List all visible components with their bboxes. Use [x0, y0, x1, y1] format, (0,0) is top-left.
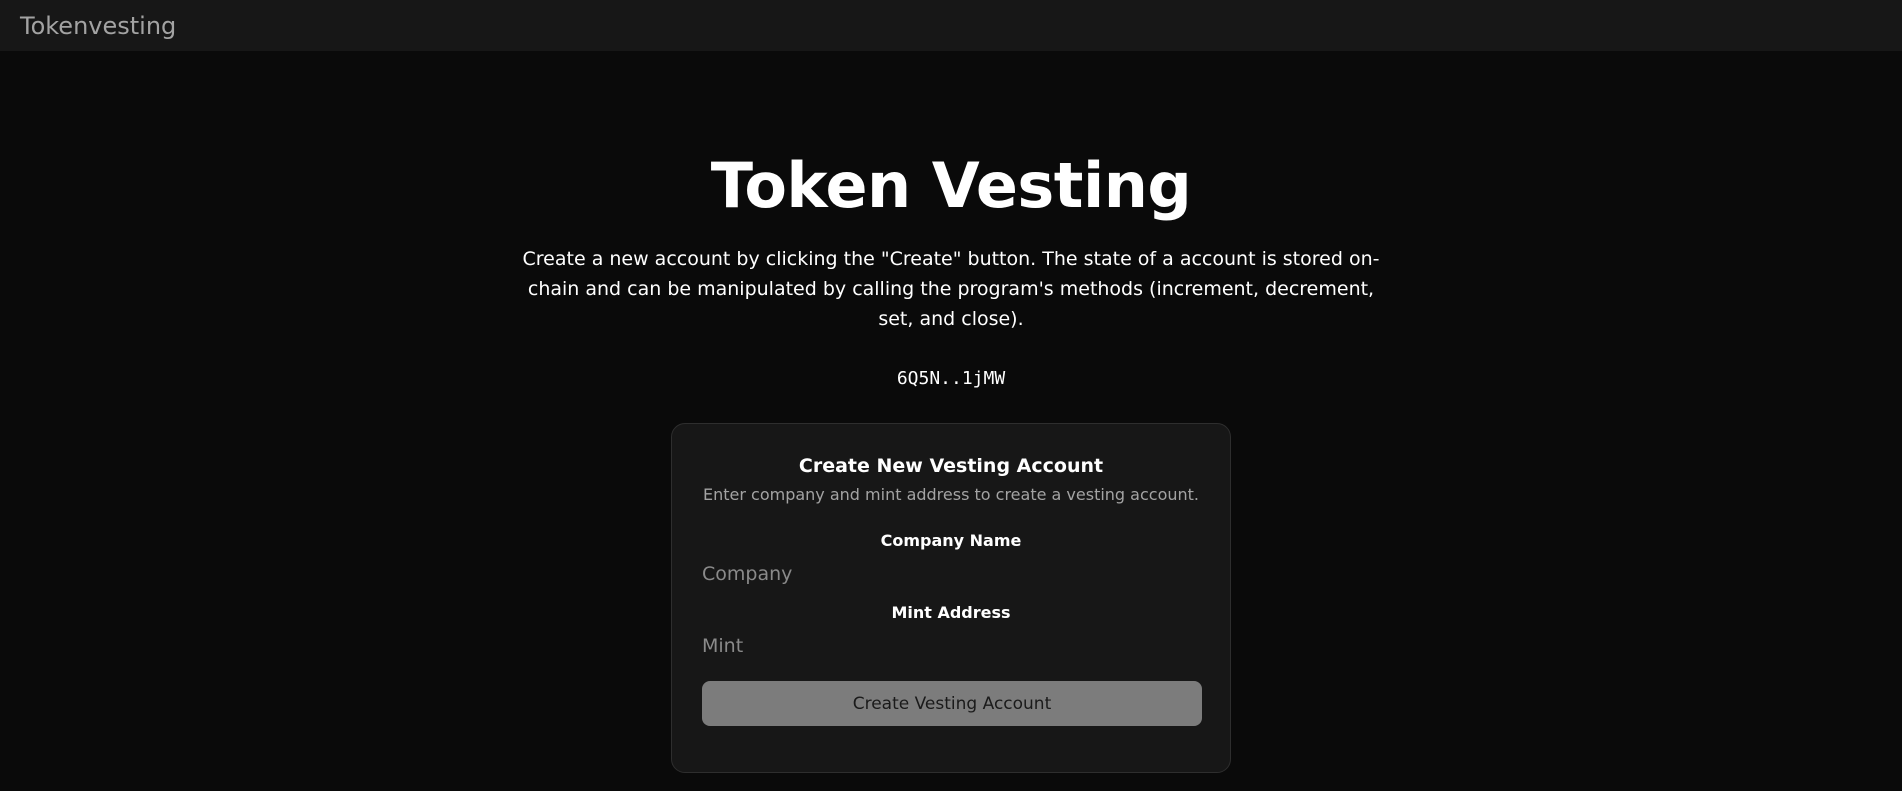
brand-link[interactable]: Tokenvesting	[20, 12, 176, 40]
card-title: Create New Vesting Account	[798, 455, 1104, 477]
program-address-link[interactable]: 6Q5N..1jMW	[0, 368, 1902, 389]
create-vesting-account-button[interactable]: Create Vesting Account	[702, 681, 1202, 726]
create-vesting-card: Create New Vesting Account Enter company…	[671, 423, 1231, 773]
page-title: Token Vesting	[710, 149, 1192, 222]
top-navbar: Tokenvesting	[0, 0, 1902, 51]
card-subtitle: Enter company and mint address to create…	[702, 485, 1199, 504]
mint-address-label: Mint Address	[891, 603, 1011, 622]
hero-section: Token Vesting Create a new account by cl…	[0, 148, 1902, 389]
company-name-input[interactable]	[702, 561, 1200, 587]
mint-address-input[interactable]	[702, 633, 1200, 659]
page-description: Create a new account by clicking the "Cr…	[522, 248, 1380, 330]
company-name-label: Company Name	[880, 531, 1022, 550]
